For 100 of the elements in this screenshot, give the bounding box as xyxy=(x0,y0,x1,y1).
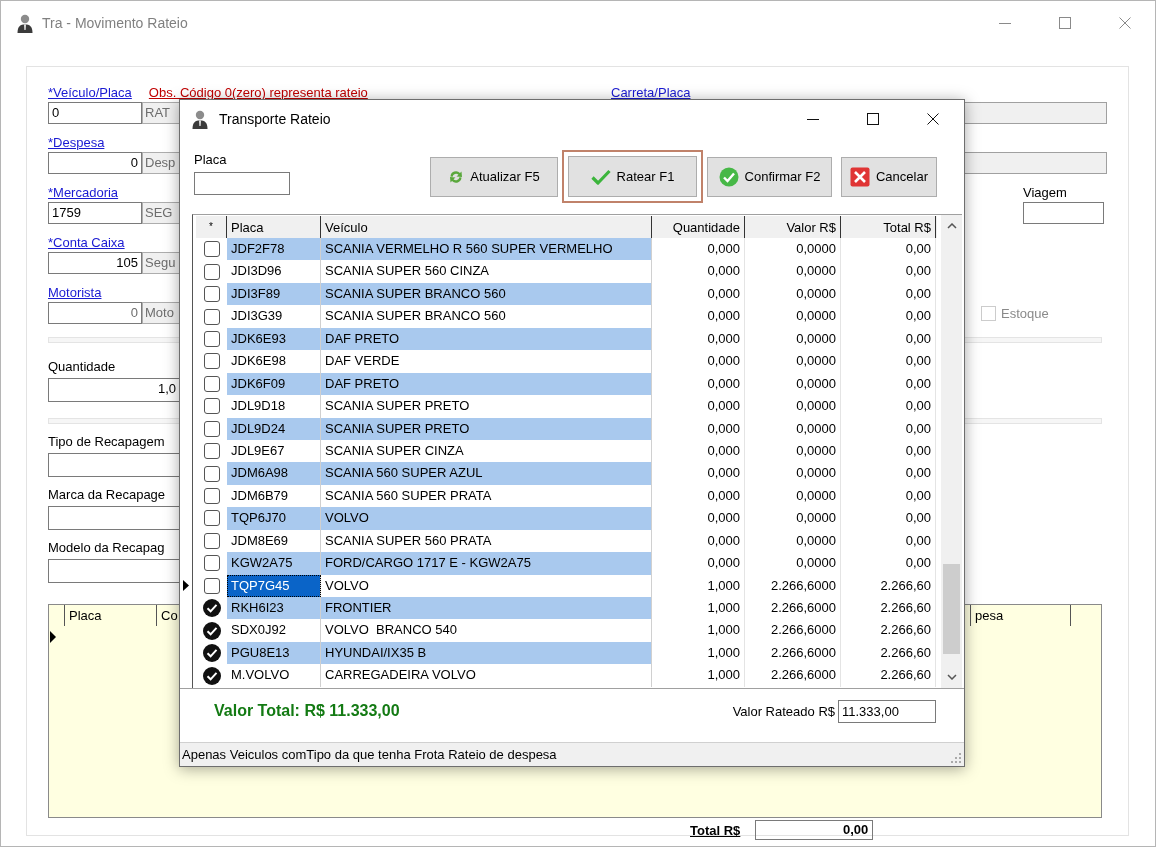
row-checkbox[interactable] xyxy=(203,308,220,325)
table-cell: 0,00 xyxy=(841,439,936,463)
table-cell: SCANIA VERMELHO R 560 SUPER VERMELHO xyxy=(321,238,652,261)
row-checkbox[interactable] xyxy=(202,621,221,640)
placa-input[interactable] xyxy=(194,172,290,195)
column-header[interactable]: Placa xyxy=(65,605,157,626)
total-value: Valor Total: R$ 11.333,00 xyxy=(214,701,400,721)
table-cell: 0,00 xyxy=(841,327,936,351)
table-cell: 0,000 xyxy=(652,462,745,485)
table-cell: 2.266,60 xyxy=(841,619,936,642)
toolbar-button[interactable]: Cancelar xyxy=(841,156,937,197)
table-cell: 0,0000 xyxy=(745,439,841,463)
row-checkbox[interactable] xyxy=(203,241,220,258)
status-text: Apenas Veiculos comTipo da que tenha Frota Rateio de despesa xyxy=(182,747,557,762)
table-cell: 0,0000 xyxy=(745,350,841,373)
input-field[interactable] xyxy=(48,559,180,583)
table-cell: 0,00 xyxy=(841,282,936,306)
checkbox-label: Estoque xyxy=(1001,305,1049,321)
table-cell: 2.266,60 xyxy=(841,641,936,665)
row-checkbox[interactable] xyxy=(203,555,220,572)
table-cell: JDK6E93 xyxy=(227,327,321,351)
table-cell: 0,0000 xyxy=(745,372,841,396)
input-field[interactable] xyxy=(48,506,180,530)
table-cell: KGW2A75 xyxy=(227,552,321,575)
description-field: Desp xyxy=(142,152,180,174)
toolbar-button[interactable]: Ratear F1 xyxy=(562,150,703,203)
table-cell: VOLVO xyxy=(321,507,652,530)
table-cell: 0,0000 xyxy=(745,484,841,508)
table-cell: SCANIA 560 SUPER AZUL xyxy=(321,462,652,485)
table-cell: 1,000 xyxy=(652,664,745,687)
table-cell: 0,00 xyxy=(841,350,936,373)
table-cell: 0,0000 xyxy=(745,282,841,306)
table-cell: 0,0000 xyxy=(745,507,841,530)
input-field[interactable]: 11.333,00 xyxy=(838,699,936,723)
field-label-link[interactable]: *Veículo/Placa xyxy=(48,84,132,102)
row-checkbox[interactable] xyxy=(202,666,221,685)
table-cell: 0,0000 xyxy=(745,395,841,418)
row-checkbox[interactable] xyxy=(203,263,220,280)
row-checkbox[interactable] xyxy=(203,465,220,482)
table-cell: 0,000 xyxy=(652,238,745,261)
row-checkbox[interactable] xyxy=(203,488,220,505)
close-icon[interactable] xyxy=(927,113,939,125)
dialog-title: Transporte Rateio xyxy=(219,111,331,127)
input-field[interactable] xyxy=(1023,202,1104,224)
row-checkbox[interactable] xyxy=(203,398,220,415)
column-header[interactable]: Quantidade xyxy=(652,216,745,238)
row-checkbox[interactable] xyxy=(203,375,220,392)
check-icon xyxy=(590,168,611,185)
row-checkbox[interactable] xyxy=(203,353,220,370)
field-label-link[interactable]: *Conta Caixa xyxy=(48,234,125,252)
table-cell: 0,00 xyxy=(841,372,936,396)
input-field[interactable] xyxy=(48,453,180,477)
column-header[interactable]: pesa xyxy=(971,605,1071,626)
row-checkbox[interactable] xyxy=(202,644,221,663)
row-checkbox[interactable] xyxy=(203,330,220,347)
table-cell: 0,000 xyxy=(652,552,745,575)
field-label: Modelo da Recapag xyxy=(48,539,165,557)
column-header[interactable]: * xyxy=(196,216,227,238)
table-cell: 0,0000 xyxy=(745,260,841,283)
table-cell: 1,000 xyxy=(652,597,745,620)
row-checkbox[interactable] xyxy=(203,532,220,549)
note-link[interactable]: Obs. Código 0(zero) representa rateio xyxy=(148,84,368,102)
row-checkbox[interactable] xyxy=(203,420,220,437)
row-checkbox[interactable] xyxy=(203,443,220,460)
row-checkbox[interactable] xyxy=(202,599,221,618)
table-cell: 0,000 xyxy=(652,484,745,508)
input-field[interactable]: 105 xyxy=(48,252,142,274)
table-cell: 2.266,6000 xyxy=(745,619,841,642)
table-cell: 0,00 xyxy=(841,462,936,485)
input-field[interactable]: 1759 xyxy=(48,202,142,224)
resize-grip-icon[interactable] xyxy=(951,753,961,763)
row-checkbox[interactable] xyxy=(203,577,220,594)
table-cell: 0,000 xyxy=(652,282,745,306)
input-field[interactable]: 0 xyxy=(48,152,142,174)
input-field[interactable]: 1,0 xyxy=(48,378,180,402)
field-label: Valor Rateado R$ xyxy=(732,703,835,719)
table-cell: 0,00 xyxy=(841,484,936,508)
table-cell: 0,00 xyxy=(841,395,936,418)
input-field[interactable]: 0 xyxy=(48,102,142,124)
row-checkbox[interactable] xyxy=(203,510,220,527)
chevron-down-icon[interactable] xyxy=(946,674,957,680)
row-checkbox[interactable] xyxy=(203,286,220,303)
table-cell: 2.266,6000 xyxy=(745,664,841,687)
column-header[interactable]: Valor R$ xyxy=(745,216,841,238)
field-label-link[interactable]: Carreta/Placa xyxy=(611,84,691,102)
table-cell: HYUNDAI/IX35 B xyxy=(321,641,652,665)
table-cell: TQP6J70 xyxy=(227,507,321,530)
person-icon xyxy=(17,13,33,33)
maximize-icon[interactable] xyxy=(867,113,879,125)
field-label-link[interactable]: *Mercadoria xyxy=(48,184,119,202)
field-label-link[interactable]: *Despesa xyxy=(48,134,105,152)
chevron-up-icon[interactable] xyxy=(946,223,957,229)
total-label: Total R$ xyxy=(690,822,741,838)
scrollbar-thumb[interactable] xyxy=(943,564,961,654)
toolbar-button[interactable]: Atualizar F5 xyxy=(430,156,558,197)
column-header[interactable]: Total R$ xyxy=(841,216,936,238)
table-cell: FRONTIER xyxy=(321,597,652,620)
total-field: 0,00 xyxy=(755,820,874,840)
toolbar-button[interactable]: Confirmar F2 xyxy=(707,156,832,197)
table-cell: 0,0000 xyxy=(745,462,841,485)
